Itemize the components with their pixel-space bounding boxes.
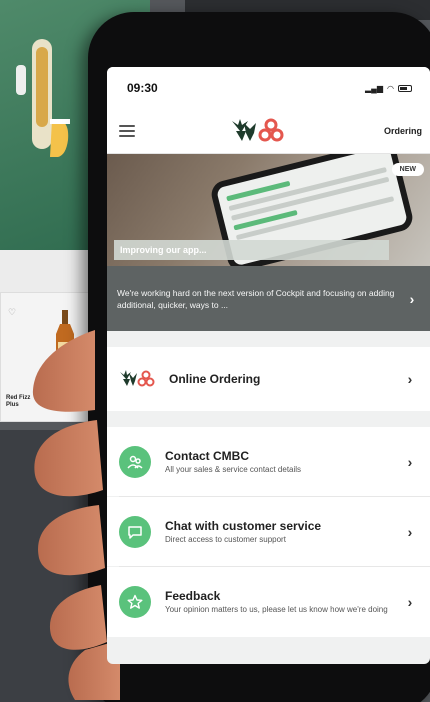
app-header: Ordering [107,109,430,154]
menu-item-text: Contact CMBC All your sales & service co… [165,449,402,475]
chevron-right-icon: › [407,594,413,610]
app-screen: 09:30 ▂▄▆ ◠ Ordering NEW Improving our a… [107,67,430,664]
menu-item-text: Chat with customer service Direct access… [165,519,402,545]
signal-icon: ▂▄▆ [365,83,384,93]
brand-logo-icon [120,370,155,387]
chevron-right-icon: › [407,453,413,470]
chevron-right-icon: › [407,371,413,387]
brand-logo [232,118,284,142]
menu-item-text: Feedback Your opinion matters to us, ple… [165,589,402,615]
menu-item-title: Chat with customer service [165,518,322,533]
banner-title: Improving our app... [114,240,389,260]
menu-item-subtitle: All your sales & service contact details [165,464,302,474]
menu-item-online-ordering[interactable]: Online Ordering › [107,347,430,411]
news-banner[interactable]: We're working hard on the next version o… [107,266,430,331]
wifi-icon: ◠ [387,83,394,93]
menu-icon[interactable] [119,125,135,137]
menu-item-chat[interactable]: Chat with customer service Direct access… [107,497,430,566]
menu-item-subtitle: Direct access to customer support [165,534,286,544]
people-icon [119,445,151,478]
news-banner-image[interactable]: NEW Improving our app... [107,154,430,266]
menu-item-title: Contact CMBC [165,448,249,463]
status-icons: ▂▄▆ ◠ [365,84,412,93]
chevron-right-icon: › [407,523,413,540]
beer-tap-image [16,39,70,157]
chat-icon [119,515,151,548]
star-icon [119,586,151,618]
menu-item-title: Feedback [165,589,221,603]
battery-icon [398,84,412,92]
menu-item-title: Online Ordering [169,372,261,386]
menu-item-contact-cmbc[interactable]: Contact CMBC All your sales & service co… [107,427,430,496]
status-bar: 09:30 ▂▄▆ ◠ [107,67,430,109]
status-time: 09:30 [127,81,158,95]
menu-item-subtitle: Your opinion matters to us, please let u… [165,605,388,614]
ordering-link[interactable]: Ordering [384,126,422,136]
hand-image [32,330,120,700]
menu-item-text: Online Ordering [169,372,402,386]
heart-icon: ♡ [8,307,17,317]
chevron-right-icon: › [409,290,415,307]
banner-description: We're working hard on the next version o… [117,287,395,310]
menu-item-feedback[interactable]: Feedback Your opinion matters to us, ple… [107,567,430,637]
new-badge: NEW [391,163,424,176]
